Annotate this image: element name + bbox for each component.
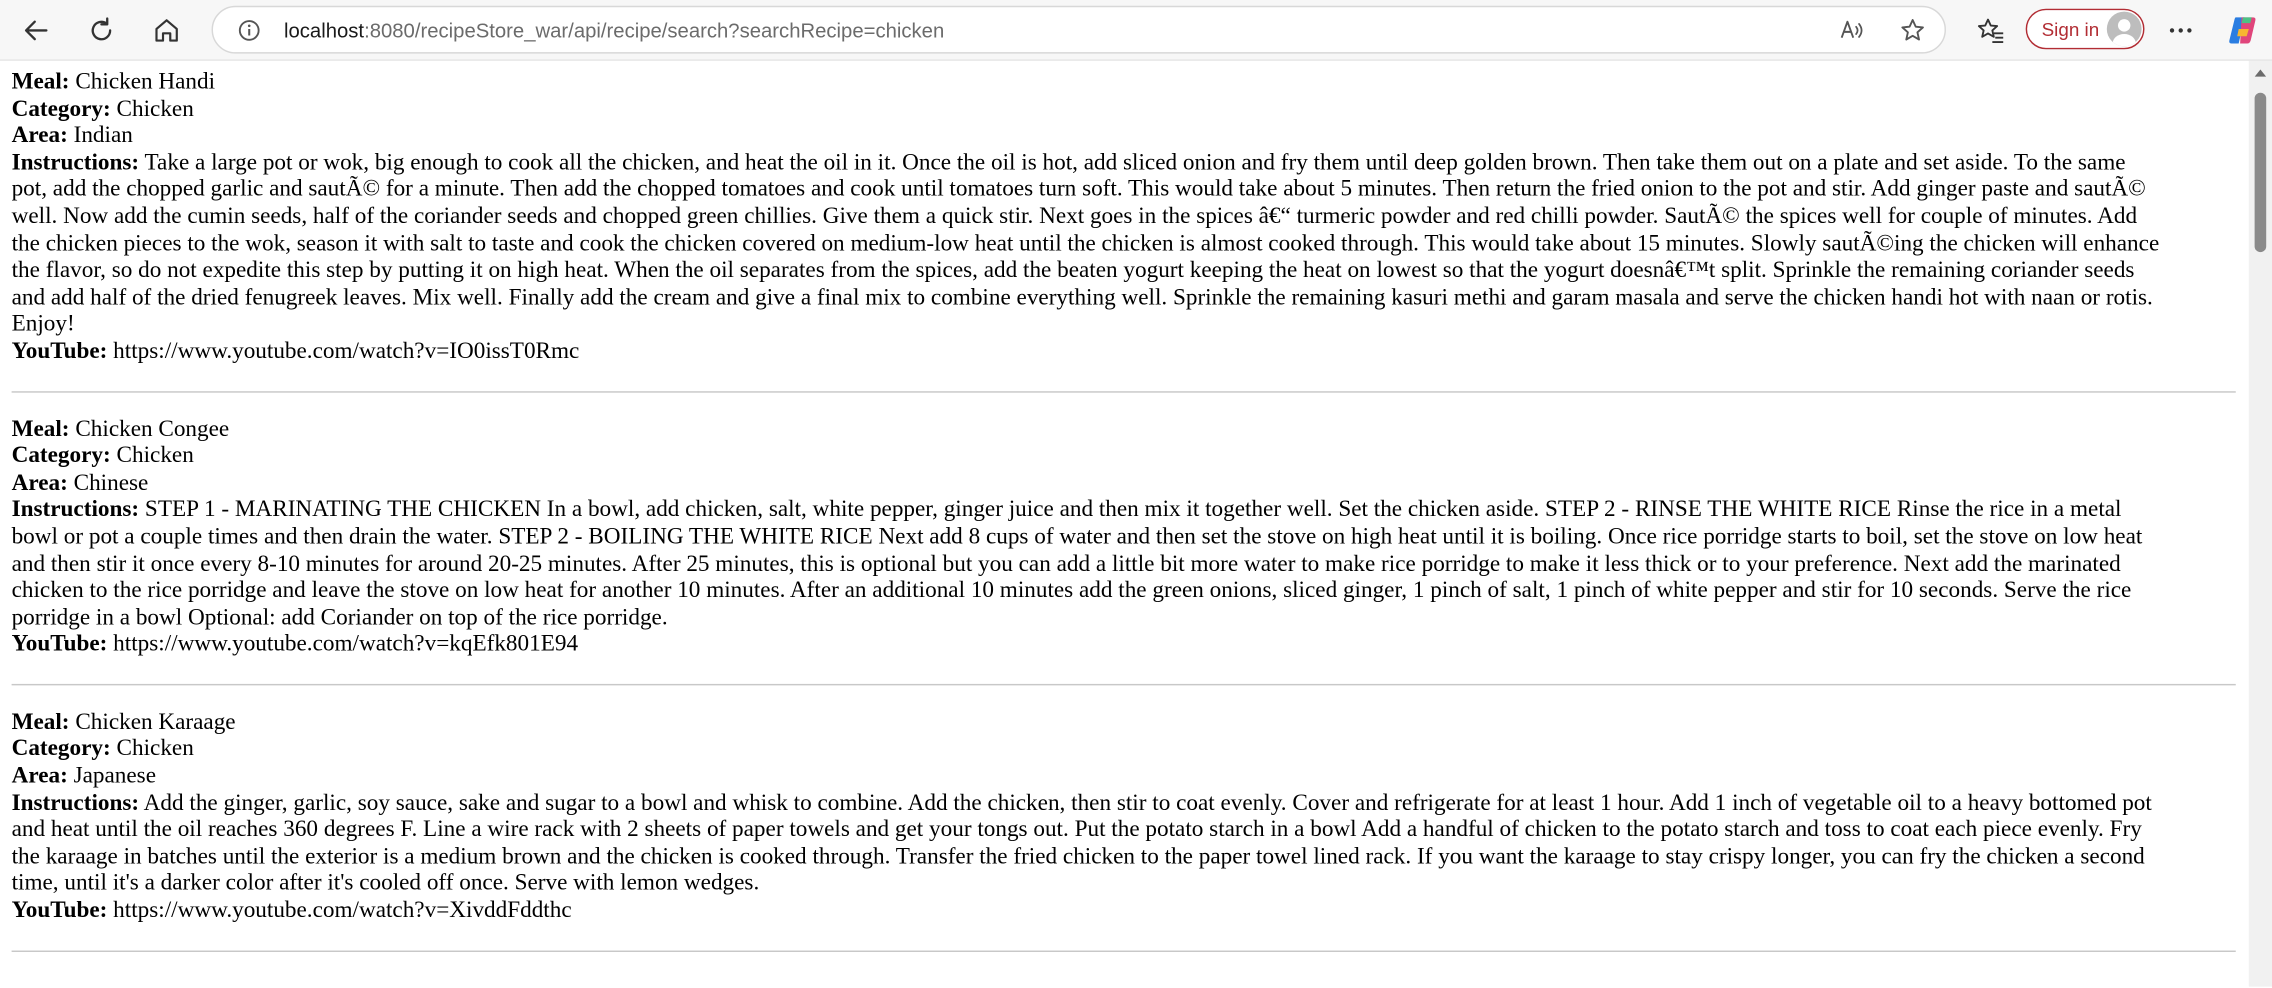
url-host: localhost (284, 18, 365, 43)
youtube-label: YouTube: (11, 632, 108, 657)
youtube-row: YouTube: https://www.youtube.com/watch?v… (12, 632, 2236, 659)
instructions: Instructions: Add the ginger, garlic, so… (12, 791, 2236, 899)
category-value: Chicken (116, 443, 194, 469)
instructions-line: the chicken pieces to the wok, season it… (11, 231, 2160, 256)
instructions-line: pot, add the chopped garlic and sautÃ© f… (11, 177, 2146, 202)
meal-row: Meal: Chicken Karaage (12, 710, 2236, 737)
category-row: Category: Chicken (12, 96, 2236, 123)
home-button[interactable] (145, 9, 188, 52)
category-value: Chicken (116, 96, 194, 122)
scroll-up-arrow-icon[interactable] (2249, 61, 2272, 84)
star-icon[interactable] (1900, 17, 1926, 43)
category-value: Chicken (116, 736, 194, 762)
address-bar[interactable]: localhost:8080/recipeStore_war/api/recip… (211, 5, 1946, 54)
instructions-label: Instructions: (11, 790, 140, 816)
recipe-item: Meal: Chicken Handi Category: Chicken Ar… (12, 70, 2236, 366)
instructions-line: and then stir it once every 8-10 minutes… (11, 551, 2121, 576)
avatar-icon (2106, 11, 2142, 47)
instructions-line: time, until it's a darker color after it… (11, 871, 760, 897)
divider (11, 390, 2236, 392)
youtube-url: https://www.youtube.com/watch?v=IO0issT0… (113, 338, 580, 364)
instructions-line: Instructions: Take a large pot or wok, b… (11, 150, 2126, 176)
instructions-line: Instructions: Add the ginger, garlic, so… (11, 790, 2152, 816)
youtube-url: https://www.youtube.com/watch?v=kqEfk801… (113, 632, 579, 657)
meal-row: Meal: Chicken Congee (12, 417, 2236, 444)
instructions: Instructions: Take a large pot or wok, b… (12, 150, 2236, 339)
category-row: Category: Chicken (12, 737, 2236, 764)
refresh-button[interactable] (80, 9, 123, 52)
sign-in-label: Sign in (2041, 18, 2100, 41)
sign-in-button[interactable]: Sign in (2025, 8, 2145, 50)
url-path: :8080/recipeStore_war/api/recipe/search?… (364, 18, 945, 43)
category-label: Category: (11, 443, 111, 469)
instructions-label: Instructions: (11, 497, 140, 523)
area-label: Area: (11, 123, 68, 149)
instructions-label: Instructions: (11, 150, 140, 176)
area-value: Chinese (73, 470, 149, 496)
instructions: Instructions: STEP 1 - MARINATING THE CH… (12, 497, 2236, 632)
instructions-line: the flavor, so do not expedite this step… (11, 258, 2135, 283)
recipe-list: Meal: Chicken Handi Category: Chicken Ar… (11, 70, 2236, 977)
area-row: Area: Chinese (12, 471, 2236, 498)
read-aloud-icon[interactable] (1839, 17, 1865, 43)
meal-row: Meal: Chicken Handi (12, 70, 2236, 97)
meal-value: Chicken Congee (75, 416, 230, 442)
more-icon (2169, 28, 2192, 33)
instructions-line: and heat until the oil reaches 360 degre… (11, 817, 2142, 843)
instructions-line: the karaage in batches until the exterio… (11, 844, 2145, 870)
meal-label: Meal: (11, 709, 70, 735)
vertical-scrollbar[interactable] (2248, 60, 2272, 987)
recipe-item: Meal: Chicken Karaage Category: Chicken … (12, 710, 2236, 926)
favorites-button[interactable] (1969, 9, 2012, 52)
favorites-icon (1977, 18, 2004, 43)
youtube-url: https://www.youtube.com/watch?v=XivddFdd… (113, 898, 572, 924)
youtube-label: YouTube: (11, 338, 108, 364)
area-row: Area: Indian (12, 123, 2236, 150)
browser-toolbar: localhost:8080/recipeStore_war/api/recip… (0, 0, 2272, 61)
area-value: Japanese (73, 763, 156, 789)
divider (11, 949, 2236, 952)
instructions-line: well. Now add the cumin seeds, half of t… (11, 204, 2138, 229)
recipe-item: Meal: Chicken Congee Category: Chicken A… (12, 417, 2236, 659)
scrollbar-thumb[interactable] (2254, 92, 2267, 253)
page-content: Meal: Chicken Handi Category: Chicken Ar… (0, 60, 2249, 987)
copilot-button[interactable] (2221, 9, 2264, 52)
area-value: Indian (73, 123, 133, 149)
youtube-row: YouTube: https://www.youtube.com/watch?v… (12, 339, 2236, 366)
instructions-line: Instructions: STEP 1 - MARINATING THE CH… (11, 497, 2122, 523)
meal-value: Chicken Karaage (75, 709, 236, 735)
instructions-line: porridge in a bowl Optional: add Coriand… (11, 605, 668, 630)
instructions-line: chicken to the rice porridge and leave t… (11, 578, 2132, 603)
menu-button[interactable] (2159, 9, 2202, 52)
info-icon[interactable] (238, 19, 261, 42)
home-icon (155, 19, 178, 42)
instructions-line: Enjoy! (11, 312, 75, 337)
instructions-line: bowl or pot a couple times and then drai… (11, 524, 2143, 550)
meal-label: Meal: (11, 416, 70, 442)
refresh-icon (91, 17, 112, 41)
back-button[interactable] (14, 9, 57, 52)
category-row: Category: Chicken (12, 444, 2236, 471)
back-arrow-icon (24, 20, 48, 41)
area-row: Area: Japanese (12, 764, 2236, 791)
area-label: Area: (11, 470, 68, 496)
copilot-icon (2229, 17, 2256, 44)
url-text[interactable]: localhost:8080/recipeStore_war/api/recip… (284, 19, 944, 42)
instructions-line: and add half of the dried fenugreek leav… (11, 285, 2153, 310)
youtube-label: YouTube: (11, 898, 108, 924)
meal-value: Chicken Handi (75, 69, 216, 95)
browser-window: localhost:8080/recipeStore_war/api/recip… (0, 0, 2272, 987)
youtube-row: YouTube: https://www.youtube.com/watch?v… (12, 898, 2236, 925)
divider (11, 683, 2236, 686)
category-label: Category: (11, 736, 111, 762)
area-label: Area: (11, 763, 68, 789)
meal-label: Meal: (11, 69, 70, 95)
category-label: Category: (11, 96, 111, 122)
